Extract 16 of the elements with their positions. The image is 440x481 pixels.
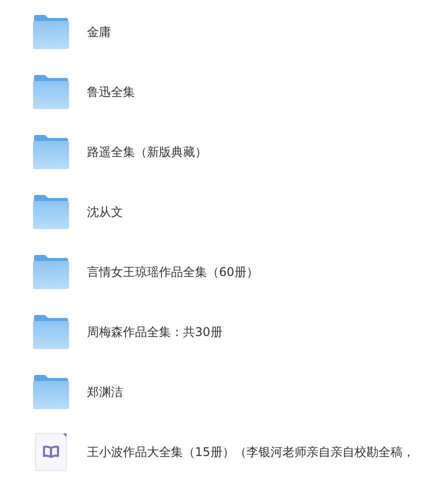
- folder-icon: [33, 75, 69, 109]
- folder-icon: [33, 255, 69, 289]
- file-name[interactable]: 路遥全集（新版典藏）: [87, 144, 207, 160]
- book-file-icon: [35, 433, 67, 471]
- file-name[interactable]: 言情女王琼瑶作品全集（60册）: [87, 264, 258, 280]
- folder-icon: [33, 375, 69, 409]
- folder-icon: [33, 15, 69, 49]
- file-name[interactable]: 金庸: [87, 24, 111, 40]
- file-name[interactable]: 沈从文: [87, 204, 123, 220]
- folder-icon: [33, 315, 69, 349]
- file-name[interactable]: 鲁迅全集: [87, 84, 135, 100]
- file-name[interactable]: 周梅森作品全集：共30册: [87, 324, 222, 340]
- folder-icon: [33, 195, 69, 229]
- folder-icon: [33, 135, 69, 169]
- file-name[interactable]: 郑渊洁: [87, 384, 123, 400]
- file-name[interactable]: 王小波作品大全集（15册）（李银河老师亲自亲自校勘全稿，: [87, 444, 414, 460]
